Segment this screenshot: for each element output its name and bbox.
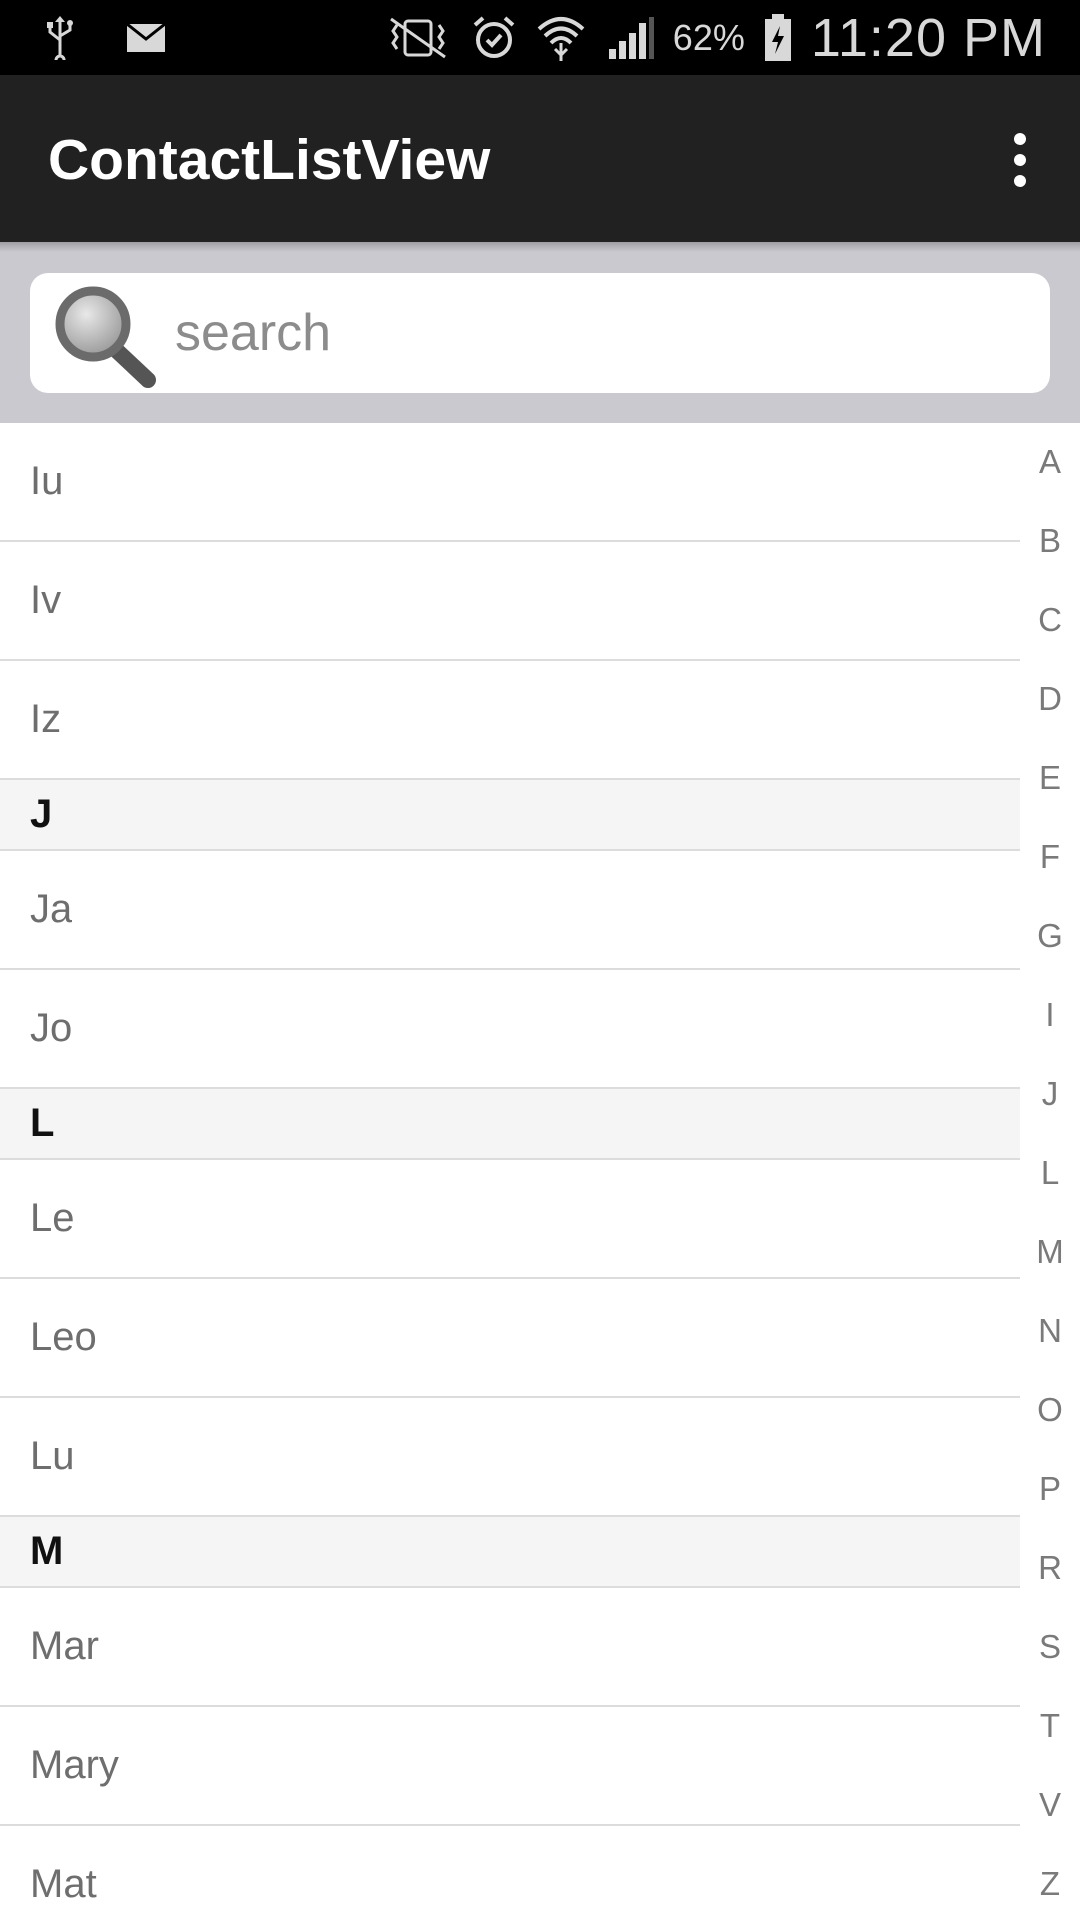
index-letter[interactable]: O — [1020, 1391, 1080, 1429]
index-letter[interactable]: M — [1020, 1233, 1080, 1271]
vibrate-mute-icon — [383, 15, 453, 61]
index-letter[interactable]: R — [1020, 1549, 1080, 1587]
contact-list: Iu Iv Iz J Ja Jo L Le Leo Lu M Mar Mary … — [0, 423, 1020, 1920]
contact-name: Iz — [30, 697, 62, 741]
contact-name: Le — [30, 1196, 75, 1240]
battery-percent: 62% — [672, 16, 745, 58]
search-box[interactable] — [30, 273, 1050, 393]
list-item[interactable]: Lu — [0, 1398, 1020, 1517]
list-item[interactable]: Mary — [0, 1707, 1020, 1826]
status-right-icons: 62% 11:20 PM — [383, 0, 1046, 75]
list-item[interactable]: Mar — [0, 1588, 1020, 1707]
contact-name: Mary — [30, 1743, 119, 1787]
contact-name: Mar — [30, 1624, 99, 1668]
list-item[interactable]: Iv — [0, 542, 1020, 661]
index-letter[interactable]: C — [1020, 601, 1080, 639]
index-letter[interactable]: P — [1020, 1470, 1080, 1508]
overflow-dot — [1014, 175, 1026, 187]
index-letter[interactable]: S — [1020, 1628, 1080, 1666]
contact-name: Mat — [30, 1862, 97, 1906]
index-letter[interactable]: E — [1020, 759, 1080, 797]
contact-name: Iu — [30, 459, 64, 503]
contact-name: Ja — [30, 887, 73, 931]
index-letter[interactable]: G — [1020, 917, 1080, 955]
contact-name: Jo — [30, 1006, 73, 1050]
list-item[interactable]: Le — [0, 1160, 1020, 1279]
status-left-icons — [44, 0, 166, 75]
index-letter[interactable]: A — [1020, 443, 1080, 481]
index-letter[interactable]: T — [1020, 1707, 1080, 1745]
list-item[interactable]: Iz — [0, 661, 1020, 780]
overflow-dot — [1014, 154, 1026, 166]
section-header-letter: J — [30, 792, 53, 836]
contact-name: Lu — [30, 1434, 75, 1478]
index-letter[interactable]: B — [1020, 522, 1080, 560]
index-letter[interactable]: F — [1020, 838, 1080, 876]
section-header: L — [0, 1089, 1020, 1160]
list-item[interactable]: Jo — [0, 970, 1020, 1089]
magnifier-icon — [48, 278, 158, 388]
usb-icon — [44, 15, 76, 60]
list-item[interactable]: Leo — [0, 1279, 1020, 1398]
index-letter[interactable]: Z — [1020, 1865, 1080, 1903]
index-letter[interactable]: N — [1020, 1312, 1080, 1350]
index-letter[interactable]: D — [1020, 680, 1080, 718]
index-letter[interactable]: L — [1020, 1154, 1080, 1192]
alphabet-index-bar[interactable]: A B C D E F G I J L M N O P R S T V Z — [1020, 423, 1080, 1920]
index-letter[interactable]: J — [1020, 1075, 1080, 1113]
contact-name: Leo — [30, 1315, 97, 1359]
index-letter[interactable]: V — [1020, 1786, 1080, 1824]
section-header: M — [0, 1517, 1020, 1588]
clock: 11:20 PM — [810, 7, 1046, 68]
alarm-icon — [471, 15, 517, 61]
status-bar: 62% 11:20 PM — [0, 0, 1080, 75]
search-area — [0, 242, 1080, 423]
list-item[interactable]: Ja — [0, 851, 1020, 970]
mail-icon — [126, 22, 166, 53]
overflow-menu-icon — [1014, 133, 1026, 145]
section-header-letter: M — [30, 1529, 64, 1573]
list-item[interactable]: Mat — [0, 1826, 1020, 1920]
section-header-letter: L — [30, 1101, 55, 1145]
app-bar: ContactListView — [0, 75, 1080, 242]
list-item[interactable]: Iu — [0, 423, 1020, 542]
wifi-icon — [535, 13, 587, 63]
search-input[interactable] — [175, 291, 1025, 375]
app-title: ContactListView — [48, 128, 491, 192]
contact-name: Iv — [30, 578, 62, 622]
signal-icon — [605, 15, 655, 61]
overflow-menu-button[interactable] — [990, 125, 1050, 195]
section-header: J — [0, 780, 1020, 851]
battery-charging-icon — [763, 13, 793, 62]
index-letter[interactable]: I — [1020, 996, 1080, 1034]
